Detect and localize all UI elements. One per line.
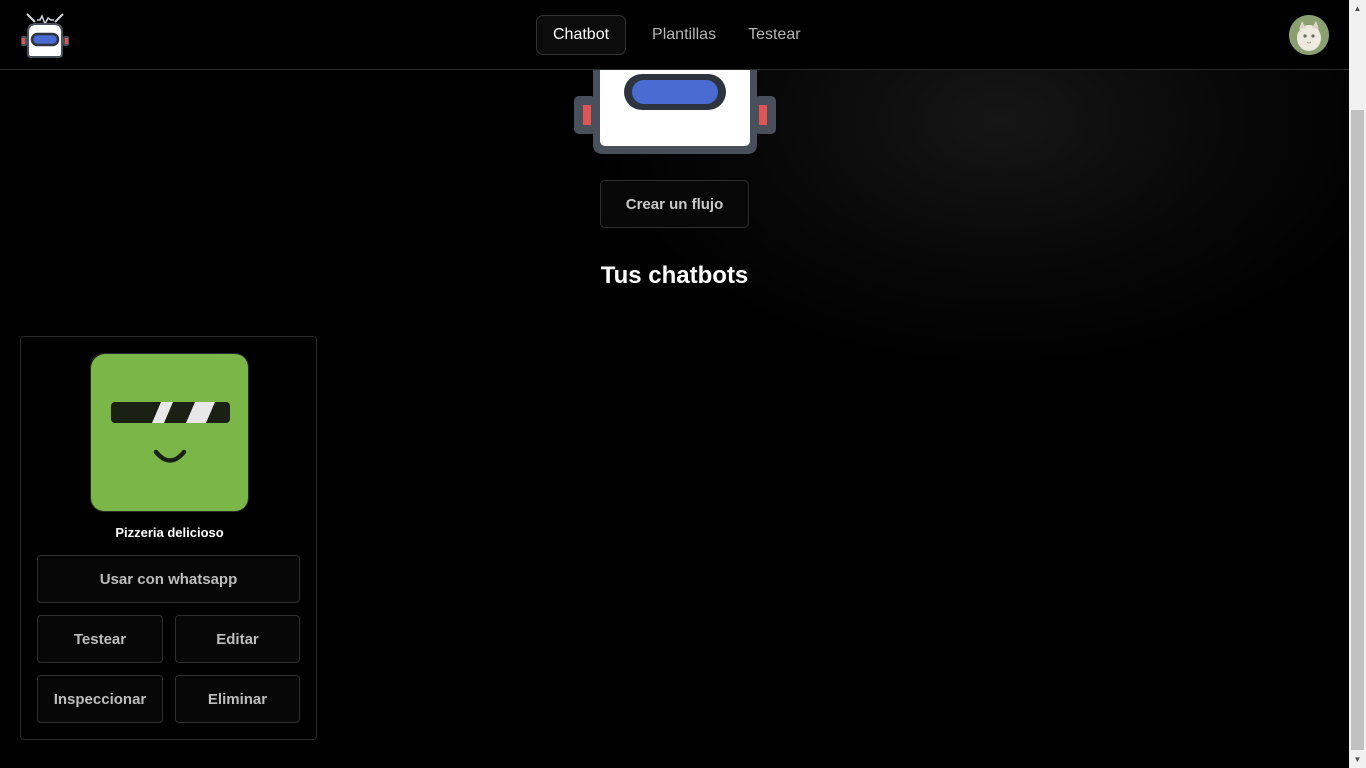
scroll-up-icon[interactable]: ▲ bbox=[1349, 0, 1366, 17]
tab-chatbot[interactable]: Chatbot bbox=[536, 15, 627, 55]
test-button[interactable]: Testear bbox=[37, 615, 163, 663]
main-nav: Chatbot Plantillas Testear bbox=[536, 15, 817, 55]
tab-testear[interactable]: Testear bbox=[732, 15, 816, 55]
delete-button[interactable]: Eliminar bbox=[175, 675, 300, 723]
scroll-down-icon[interactable]: ▼ bbox=[1349, 751, 1366, 768]
green-bot-avatar bbox=[90, 353, 249, 512]
user-avatar[interactable] bbox=[1289, 15, 1329, 55]
robot-logo-icon[interactable] bbox=[18, 10, 72, 60]
page-viewport: Chatbot Plantillas Testear Crear un fluj… bbox=[0, 0, 1349, 768]
chatbot-name: Pizzeria delicioso bbox=[115, 525, 224, 540]
top-navbar: Chatbot Plantillas Testear bbox=[0, 0, 1349, 70]
edit-button[interactable]: Editar bbox=[175, 615, 300, 663]
use-whatsapp-button[interactable]: Usar con whatsapp bbox=[37, 555, 300, 603]
create-flow-button[interactable]: Crear un flujo bbox=[600, 180, 749, 228]
section-title: Tus chatbots bbox=[600, 262, 749, 289]
vertical-scrollbar[interactable]: ▲ ▼ bbox=[1349, 0, 1366, 768]
inspect-button[interactable]: Inspeccionar bbox=[37, 675, 163, 723]
scroll-thumb[interactable] bbox=[1351, 110, 1364, 750]
chatbot-card: Pizzeria delicioso Usar con whatsapp Tes… bbox=[20, 336, 317, 740]
tab-plantillas[interactable]: Plantillas bbox=[636, 15, 732, 55]
